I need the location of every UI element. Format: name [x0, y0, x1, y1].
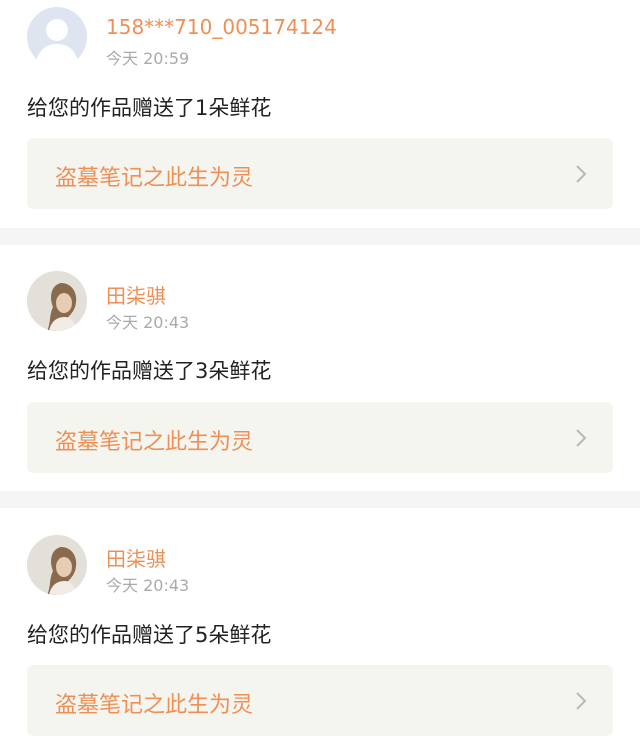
work-link[interactable]: 盗墓笔记之此生为灵 — [27, 402, 613, 473]
work-link[interactable]: 盗墓笔记之此生为灵 — [27, 665, 613, 736]
section-divider — [0, 491, 640, 508]
chevron-right-icon — [575, 164, 587, 184]
gift-message: 给您的作品赠送了1朵鲜花 — [27, 96, 272, 120]
username[interactable]: 田柒骐 — [106, 280, 166, 309]
work-title: 盗墓笔记之此生为灵 — [55, 166, 254, 191]
timestamp: 今天 20:59 — [106, 49, 190, 68]
notification-item: 158***710_005174124 今天 20:59 给您的作品赠送了1朵鲜… — [0, 0, 640, 228]
work-link[interactable]: 盗墓笔记之此生为灵 — [27, 138, 613, 209]
gift-message: 给您的作品赠送了3朵鲜花 — [27, 359, 272, 383]
username[interactable]: 田柒骐 — [106, 543, 166, 572]
work-title: 盗墓笔记之此生为灵 — [55, 693, 254, 718]
section-divider — [0, 228, 640, 245]
user-avatar-icon[interactable] — [27, 271, 87, 331]
user-avatar-icon[interactable] — [27, 535, 87, 595]
notification-item: 田柒骐 今天 20:43 给您的作品赠送了3朵鲜花 盗墓笔记之此生为灵 — [0, 245, 640, 491]
timestamp: 今天 20:43 — [106, 576, 190, 595]
chevron-right-icon — [575, 691, 587, 711]
work-title: 盗墓笔记之此生为灵 — [55, 430, 254, 455]
username[interactable]: 158***710_005174124 — [106, 15, 337, 39]
notification-item: 田柒骐 今天 20:43 给您的作品赠送了5朵鲜花 盗墓笔记之此生为灵 — [0, 508, 640, 750]
chevron-right-icon — [575, 428, 587, 448]
timestamp: 今天 20:43 — [106, 313, 190, 332]
notification-feed: 158***710_005174124 今天 20:59 给您的作品赠送了1朵鲜… — [0, 0, 640, 750]
gift-message: 给您的作品赠送了5朵鲜花 — [27, 623, 272, 647]
default-avatar-icon[interactable] — [27, 7, 87, 67]
